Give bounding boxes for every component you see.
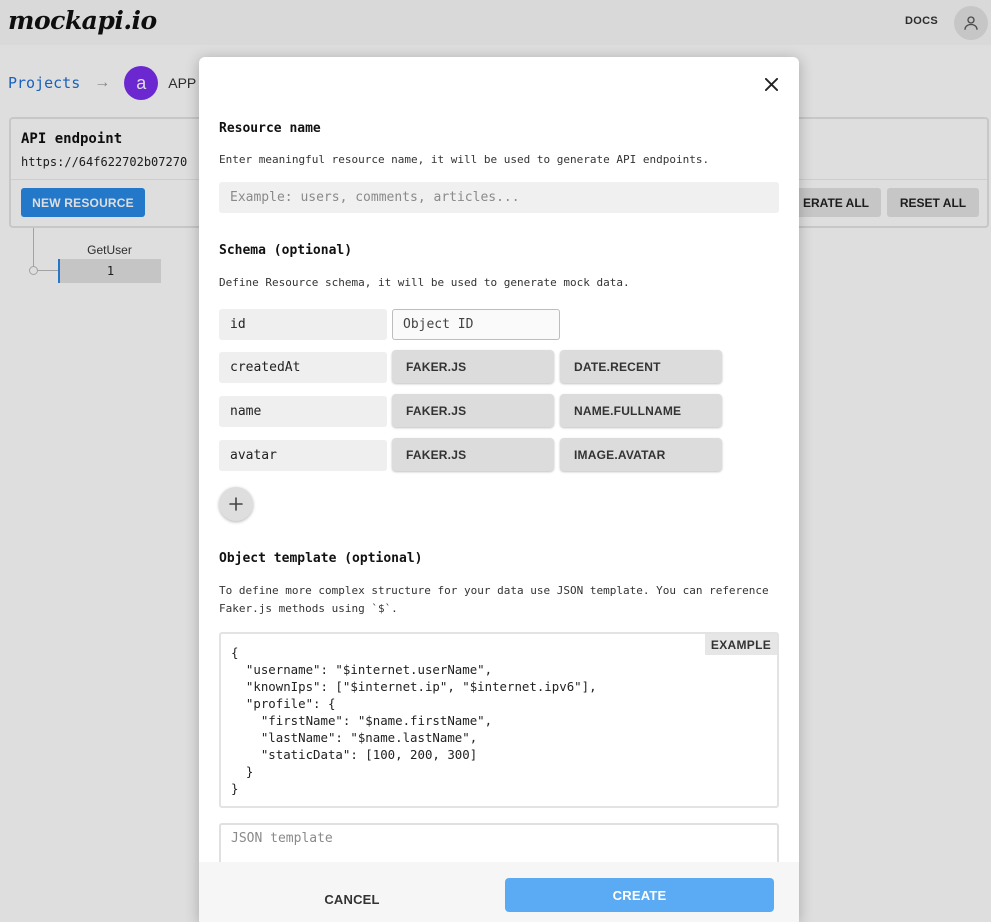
code-line: "staticData": [100, 200, 300]: [231, 747, 478, 762]
resource-name-input[interactable]: [219, 182, 779, 213]
schema-field-method-select[interactable]: IMAGE.AVATAR: [560, 438, 722, 471]
code-line: {: [231, 645, 239, 660]
schema-field-name[interactable]: id: [219, 309, 387, 340]
schema-field-method-select[interactable]: NAME.FULLNAME: [560, 394, 722, 427]
code-line: "knownIps": ["$internet.ip", "$internet.…: [231, 679, 597, 694]
schema-hint: Define Resource schema, it will be used …: [219, 276, 630, 289]
code-line: }: [231, 781, 239, 796]
code-line: "firstName": "$name.firstName",: [231, 713, 493, 728]
schema-field-name[interactable]: createdAt: [219, 352, 387, 383]
add-field-button[interactable]: [219, 487, 253, 521]
schema-field-name[interactable]: avatar: [219, 440, 387, 471]
object-template-hint: To define more complex structure for you…: [219, 584, 769, 597]
schema-field-type-select[interactable]: FAKER.JS: [392, 350, 554, 383]
code-line: "lastName": "$name.lastName",: [231, 730, 478, 745]
schema-field-name[interactable]: name: [219, 396, 387, 427]
create-button[interactable]: CREATE: [505, 878, 774, 912]
schema-title: Schema (optional): [219, 243, 353, 258]
code-line: "username": "$internet.userName",: [231, 662, 493, 677]
example-template: EXAMPLE { "username": "$internet.userNam…: [219, 632, 779, 808]
schema-field-type-select[interactable]: FAKER.JS: [392, 438, 554, 471]
object-template-title: Object template (optional): [219, 551, 423, 566]
code-line: "profile": {: [231, 696, 336, 711]
resource-name-hint: Enter meaningful resource name, it will …: [219, 153, 710, 166]
schema-field-type-select[interactable]: FAKER.JS: [392, 394, 554, 427]
code-line: }: [231, 764, 254, 779]
new-resource-dialog: Resource name Enter meaningful resource …: [199, 57, 799, 922]
plus-icon: [229, 497, 243, 511]
resource-name-title: Resource name: [219, 121, 321, 136]
object-template-hint: Faker.js methods using `$`.: [219, 602, 398, 615]
schema-field-type-input[interactable]: [392, 309, 560, 340]
close-icon: [764, 77, 778, 91]
cancel-button[interactable]: CANCEL: [299, 882, 405, 916]
example-button[interactable]: EXAMPLE: [704, 634, 777, 655]
dialog-footer: CANCEL CREATE: [199, 862, 799, 922]
schema-field-method-select[interactable]: DATE.RECENT: [560, 350, 722, 383]
close-button[interactable]: [761, 74, 781, 94]
